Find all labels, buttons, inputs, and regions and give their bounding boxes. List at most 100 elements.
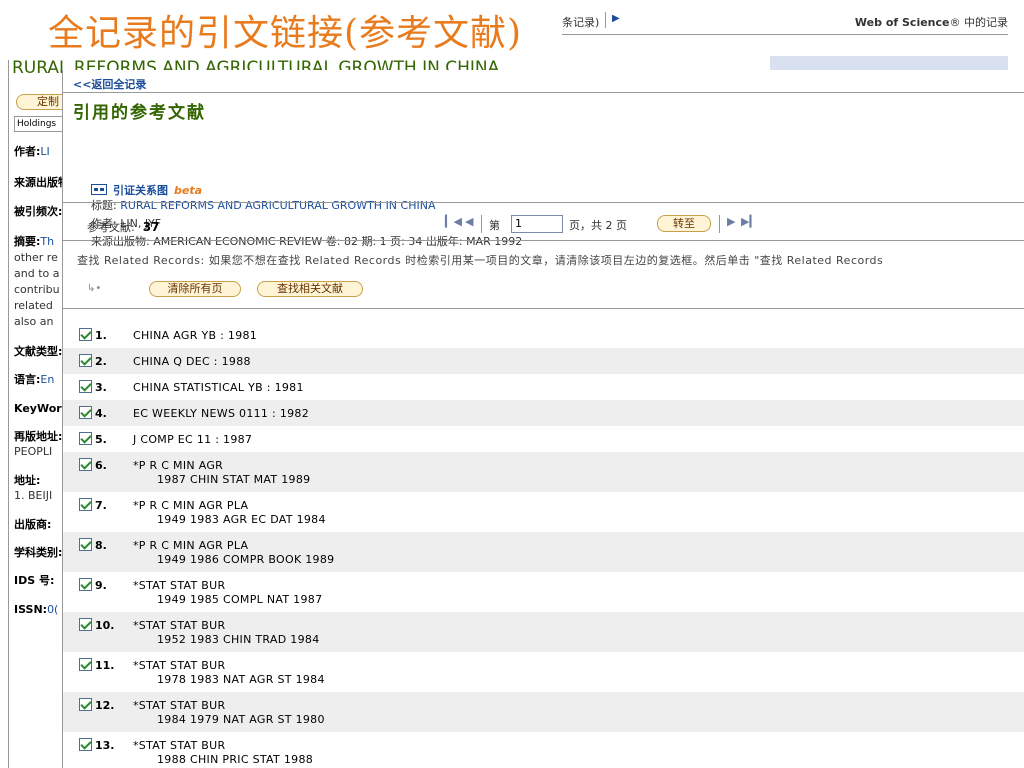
reference-number: 9.: [95, 579, 107, 592]
reference-checkbox[interactable]: [79, 498, 92, 511]
record-range-label: 条记录): [562, 16, 600, 29]
reference-number: 13.: [95, 739, 115, 752]
reference-detail: 1987 CHIN STAT MAT 1989: [157, 473, 311, 486]
references-list: 1. CHINA AGR YB : 1981 2. CHINA Q DEC : 198…: [63, 322, 1024, 768]
divider: [719, 215, 720, 233]
reference-detail: 1988 CHIN PRIC STAT 1988: [157, 753, 314, 766]
reference-text: *STAT STAT BUR: [133, 619, 226, 632]
reference-row: 10. *STAT STAT BUR 1952 1983 CHIN TRAD 198…: [63, 612, 1024, 652]
reference-number: 2.: [95, 355, 107, 368]
related-records-hint: 查找 Related Records: 如果您不想在查找 Related Rec…: [77, 254, 884, 267]
reference-checkbox[interactable]: [79, 406, 92, 419]
reference-row: 12. *STAT STAT BUR 1984 1979 NAT AGR ST 19…: [63, 692, 1024, 732]
meta-source: 来源出版物: AMERICAN ECONOMIC REVIEW 卷: 82 期:…: [91, 234, 522, 249]
abstract-line: other re: [14, 251, 58, 264]
citation-map-row: 引证关系图 beta: [91, 182, 202, 198]
page-label: 第: [489, 219, 500, 232]
reference-checkbox[interactable]: [79, 538, 92, 551]
record-field-label: 作者:: [14, 145, 41, 158]
record-field-label: KeyWords:: [14, 402, 62, 415]
record-field: 学科类别:: [14, 546, 62, 560]
meta-title-value[interactable]: RURAL REFORMS AND AGRICULTURAL GROWTH IN…: [120, 199, 435, 212]
reference-row: 8. *P R C MIN AGR PLA 1949 1986 COMPR BOOK…: [63, 532, 1024, 572]
meta-title-label: 标题:: [91, 199, 117, 212]
citation-map-icon[interactable]: [91, 184, 107, 195]
prev-page-icon[interactable]: ◀: [465, 215, 473, 228]
abstract-line: contribu: [14, 283, 60, 296]
reference-text: EC WEEKLY NEWS 0111 : 1982: [133, 407, 310, 420]
go-to-page-button[interactable]: 转至: [657, 215, 711, 232]
wos-records-label: Web of Science® 中的记录: [855, 14, 1008, 30]
reference-checkbox[interactable]: [79, 354, 92, 367]
reference-checkbox[interactable]: [79, 578, 92, 591]
reference-number: 10.: [95, 619, 115, 632]
record-field: IDS 号:: [14, 574, 62, 588]
record-field-label: 地址:: [14, 474, 41, 487]
clear-all-pages-button[interactable]: 清除所有页: [149, 281, 241, 297]
page-number-input[interactable]: 1: [511, 215, 563, 233]
reference-row: 9. *STAT STAT BUR 1949 1985 COMPL NAT 1987: [63, 572, 1024, 612]
first-page-icon[interactable]: ▎◀: [445, 215, 462, 228]
reference-detail: 1952 1983 CHIN TRAD 1984: [157, 633, 320, 646]
record-field: KeyWords:: [14, 402, 62, 416]
record-field-label: 出版商:: [14, 518, 52, 531]
reference-checkbox[interactable]: [79, 432, 92, 445]
divider: [63, 240, 1024, 241]
arrow-down-icon: ↳•: [87, 283, 102, 294]
divider: [8, 60, 9, 768]
reference-detail: 1949 1986 COMPR BOOK 1989: [157, 553, 335, 566]
reference-checkbox[interactable]: [79, 380, 92, 393]
reference-detail: 1949 1985 COMPL NAT 1987: [157, 593, 323, 606]
reference-checkbox[interactable]: [79, 738, 92, 751]
record-field: 再版地址:: [14, 430, 62, 444]
reference-row: 7. *P R C MIN AGR PLA 1949 1983 AGR EC DAT…: [63, 492, 1024, 532]
meta-source-value: AMERICAN ECONOMIC REVIEW 卷: 82 期: 1 页: 3…: [153, 235, 523, 248]
reference-number: 5.: [95, 433, 107, 446]
reference-checkbox[interactable]: [79, 658, 92, 671]
record-field-label: 被引频次:: [14, 205, 62, 218]
next-page-icon[interactable]: ▶: [727, 215, 735, 228]
reference-count: 参考文献: 37: [87, 219, 159, 235]
divider: [63, 308, 1024, 309]
record-field-label: 再版地址:: [14, 430, 62, 443]
reference-row: 5. J COMP EC 11 : 1987: [63, 426, 1024, 452]
wos-suffix: ® 中的记录: [949, 16, 1009, 29]
back-to-full-record-link[interactable]: <<返回全记录: [73, 76, 146, 92]
reference-text: *STAT STAT BUR: [133, 699, 226, 712]
record-field: 文献类型:: [14, 345, 62, 359]
record-field-value: Th: [40, 235, 55, 248]
find-related-button[interactable]: 查找相关文献: [257, 281, 363, 297]
cited-references-panel: <<返回全记录 引用的参考文献 标题: RURAL REFORMS AND AG…: [62, 70, 1024, 768]
record-field-label: 文献类型:: [14, 345, 62, 358]
reference-row: 6. *P R C MIN AGR 1987 CHIN STAT MAT 1989: [63, 452, 1024, 492]
reference-checkbox[interactable]: [79, 698, 92, 711]
divider: [63, 92, 1024, 93]
reference-number: 11.: [95, 659, 115, 672]
abstract-line: and to a: [14, 267, 60, 280]
reference-checkbox[interactable]: [79, 618, 92, 631]
divider: [63, 202, 1024, 203]
reference-number: 7.: [95, 499, 107, 512]
divider: [562, 34, 1008, 35]
next-arrow-icon[interactable]: ▶: [612, 13, 620, 24]
record-field-label: 学科类别:: [14, 546, 62, 559]
reference-text: *STAT STAT BUR: [133, 579, 226, 592]
last-page-icon[interactable]: ▶▎: [741, 215, 758, 228]
reference-text: CHINA Q DEC : 1988: [133, 355, 251, 368]
reference-row: 4. EC WEEKLY NEWS 0111 : 1982: [63, 400, 1024, 426]
record-field-value: 0(: [47, 603, 59, 616]
reference-detail: 1949 1983 AGR EC DAT 1984: [157, 513, 326, 526]
reference-number: 4.: [95, 407, 107, 420]
reference-detail: 1978 1983 NAT AGR ST 1984: [157, 673, 325, 686]
reference-checkbox[interactable]: [79, 328, 92, 341]
reference-text: CHINA AGR YB : 1981: [133, 329, 258, 342]
citation-map-link[interactable]: 引证关系图: [113, 184, 168, 197]
reference-text: *P R C MIN AGR PLA: [133, 539, 249, 552]
reference-text: *STAT STAT BUR: [133, 659, 226, 672]
reference-row: 13. *STAT STAT BUR 1988 CHIN PRIC STAT 198…: [63, 732, 1024, 768]
reference-number: 8.: [95, 539, 107, 552]
reference-number: 6.: [95, 459, 107, 472]
reference-checkbox[interactable]: [79, 458, 92, 471]
reference-detail: 1984 1979 NAT AGR ST 1980: [157, 713, 325, 726]
beta-badge: beta: [174, 184, 203, 197]
